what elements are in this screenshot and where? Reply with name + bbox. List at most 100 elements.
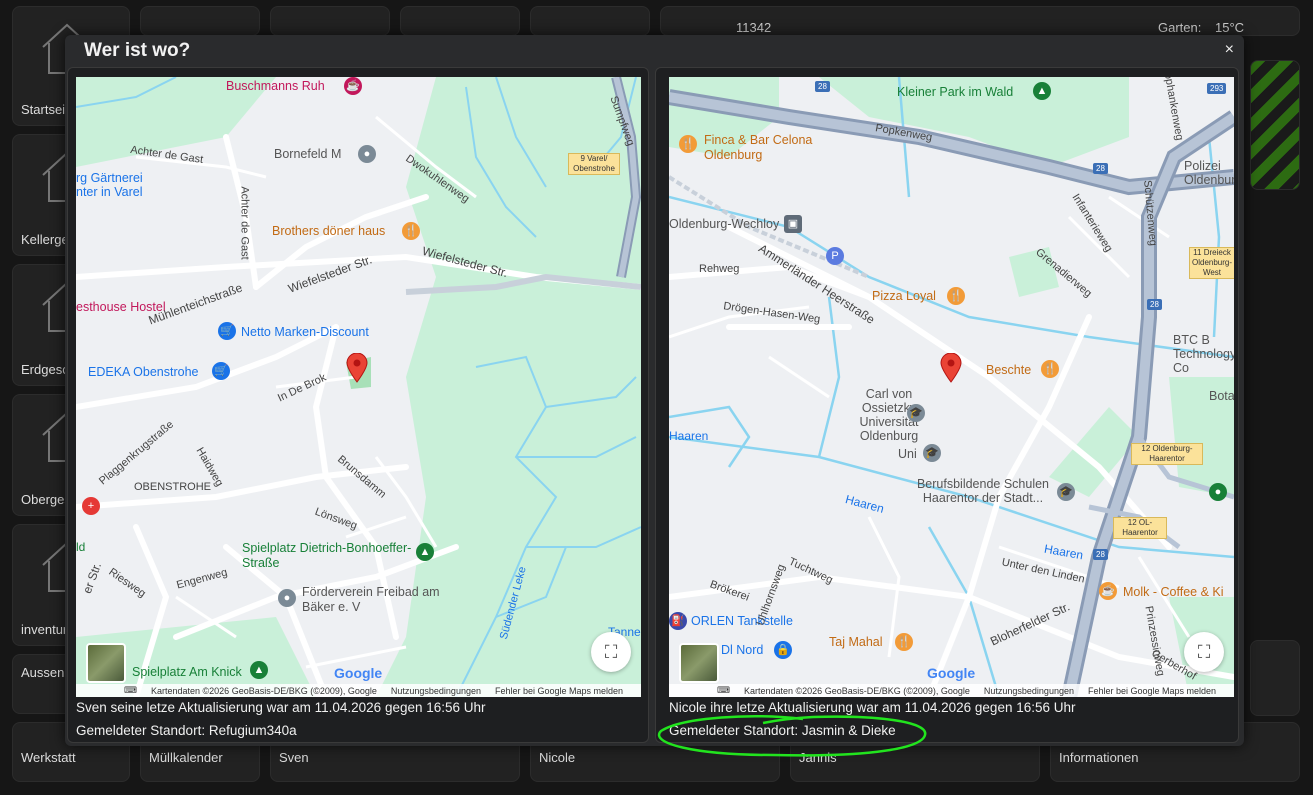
restaurant-icon: 🍴	[895, 633, 913, 651]
map-sven[interactable]: Buschmanns Ruh ☕ Bornefeld M ● Brothers …	[76, 77, 641, 697]
tree-icon: ▲	[250, 661, 268, 679]
tile-label: Werkstatt	[21, 750, 76, 765]
street-label: Achter de Gast	[238, 186, 251, 260]
poi-spielplatz-bonhoeffer[interactable]: Spielplatz Dietrich-Bonhoeffer-Straße	[242, 541, 422, 571]
poi-spielplatz-am-knick[interactable]: Spielplatz Am Knick	[132, 665, 242, 679]
highway-sign: 293	[1207, 83, 1227, 94]
gas-station-icon: ⛽	[669, 612, 687, 630]
map-nicole[interactable]: Kleiner Park im Wald ▲ 🍴 Finca & Bar Cel…	[669, 77, 1234, 697]
dialog-title: Wer ist wo?	[84, 40, 191, 61]
poi-uni[interactable]: Uni	[898, 447, 917, 461]
restaurant-icon: 🍴	[402, 222, 420, 240]
poi-edeka[interactable]: EDEKA Obenstrohe	[88, 365, 198, 379]
poi-brothers-doener[interactable]: Brothers döner haus	[272, 224, 385, 238]
poi-taj-mahal[interactable]: Taj Mahal	[829, 635, 883, 649]
restaurant-icon: 🍴	[947, 287, 965, 305]
street-label: ld	[76, 540, 86, 554]
place-icon: ●	[1209, 483, 1227, 501]
parking-icon: P	[826, 247, 844, 265]
striped-status-tile	[1250, 60, 1300, 190]
tile-top-4[interactable]	[530, 6, 650, 36]
close-button[interactable]: ×	[1225, 41, 1234, 59]
satellite-layer-toggle[interactable]	[86, 643, 126, 683]
lock-icon: 🔒	[774, 641, 792, 659]
poi-bornefeld[interactable]: Bornefeld M	[274, 147, 341, 161]
poi-btc[interactable]: BTC B Technology Co	[1173, 333, 1234, 375]
google-logo: Google	[927, 665, 976, 681]
map-data-credit: Kartendaten ©2026 GeoBasis-DE/BKG (©2009…	[744, 685, 970, 696]
tile-top-2[interactable]	[270, 6, 390, 36]
poi-gaertnerei[interactable]: rg Gärtnerei nter in Varel	[76, 171, 166, 199]
poi-kleiner-park[interactable]: Kleiner Park im Wald	[897, 85, 1013, 99]
location-pin-icon[interactable]	[346, 353, 368, 383]
restaurant-icon: 🍴	[679, 135, 697, 153]
tile-right-bottom[interactable]	[1250, 640, 1300, 716]
poi-dl-nord[interactable]: Dl Nord	[721, 643, 763, 657]
fullscreen-button[interactable]: ⛶	[591, 632, 631, 672]
google-logo: Google	[334, 665, 383, 681]
motorway-exit-sign: 9 Varel/ Obenstrohe	[568, 153, 620, 175]
poi-orlen[interactable]: ORLEN Tankstelle	[691, 614, 793, 628]
last-update-text: Nicole ihre letze Aktualisierung war am …	[669, 700, 1076, 715]
tree-icon: ▲	[1033, 82, 1051, 100]
garden-temp: 15°C	[1215, 20, 1245, 35]
tile-label: Nicole	[539, 750, 576, 765]
report-error-link[interactable]: Fehler bei Google Maps melden	[1088, 686, 1216, 696]
motorway-exit-sign: 12 OL-Haarentor	[1113, 517, 1167, 539]
poi-oldenburg-wechloy[interactable]: Oldenburg-Wechloy	[669, 217, 779, 231]
school-icon: 🎓	[1057, 483, 1075, 501]
train-station-icon: ▣	[784, 215, 802, 233]
person-card-nicole: Kleiner Park im Wald ▲ 🍴 Finca & Bar Cel…	[655, 67, 1239, 743]
street-label: Rehweg	[699, 263, 740, 275]
shopping-cart-icon: 🛒	[218, 322, 236, 340]
hospital-icon: +	[82, 497, 100, 515]
tile-label: Müllkalender	[149, 750, 223, 765]
highway-sign: 28	[1093, 163, 1108, 174]
street-label: OBENSTROHE	[134, 481, 212, 493]
poi-bbs-haarentor[interactable]: Berufsbildende Schulen Haarentor der Sta…	[903, 477, 1063, 505]
fullscreen-button[interactable]: ⛶	[1184, 632, 1224, 672]
school-icon: 🎓	[907, 404, 925, 422]
map-base-nicole	[669, 77, 1234, 697]
map-data-credit: Kartendaten ©2026 GeoBasis-DE/BKG (©2009…	[151, 685, 377, 696]
poi-finca-bar[interactable]: Finca & Bar Celona Oldenburg	[704, 133, 834, 163]
satellite-layer-toggle[interactable]	[679, 643, 719, 683]
weather-value: 11342	[736, 20, 772, 35]
who-is-where-dialog: Wer ist wo? × Buschmanns Ruh ☕ Bornefeld…	[65, 35, 1244, 757]
fullscreen-icon: ⛶	[604, 642, 618, 662]
highway-sign: 28	[1147, 299, 1162, 310]
tile-top-3[interactable]	[400, 6, 520, 36]
poi-netto[interactable]: Netto Marken-Discount	[241, 325, 369, 339]
cafe-icon: ☕	[1099, 582, 1117, 600]
garden-label: Garten:	[1158, 20, 1202, 35]
poi-foerderverein-freibad[interactable]: Förderverein Freibad am Bäker e. V	[302, 585, 472, 615]
tree-icon: ▲	[416, 543, 434, 561]
shopping-cart-icon: 🛒	[212, 362, 230, 380]
tile-top-1[interactable]	[140, 6, 260, 36]
place-icon: ●	[278, 589, 296, 607]
location-pin-icon[interactable]	[940, 353, 962, 383]
report-error-link[interactable]: Fehler bei Google Maps melden	[495, 686, 623, 696]
poi-beschte[interactable]: Beschte	[986, 363, 1031, 377]
reported-location-text: Gemeldeter Standort: Jasmin & Dieke	[669, 723, 896, 738]
terms-link[interactable]: Nutzungsbedingungen	[391, 686, 481, 696]
poi-pizza-loyal[interactable]: Pizza Loyal	[872, 289, 936, 303]
restaurant-icon: 🍴	[1041, 360, 1059, 378]
keyboard-shortcuts-icon[interactable]: ⌨	[717, 685, 730, 696]
poi-polizei[interactable]: Polizei Oldenburg	[1184, 159, 1234, 187]
tile-label: Informationen	[1059, 750, 1139, 765]
highway-sign: 28	[1093, 549, 1108, 560]
street-label: Haaren	[669, 429, 709, 443]
place-icon: ●	[358, 145, 376, 163]
poi-bota[interactable]: Bota	[1209, 389, 1234, 403]
highway-sign: 28	[815, 81, 830, 92]
poi-buschmanns-ruh[interactable]: Buschmanns Ruh	[226, 79, 325, 93]
poi-molk[interactable]: Molk - Coffee & Ki	[1123, 585, 1224, 599]
tile-label: Jannis	[799, 750, 837, 765]
person-card-sven: Buschmanns Ruh ☕ Bornefeld M ● Brothers …	[67, 67, 649, 743]
terms-link[interactable]: Nutzungsbedingungen	[984, 686, 1074, 696]
tile-label: inventur	[21, 622, 68, 637]
tile-label: Aussenbereich	[21, 665, 107, 680]
restaurant-icon: ☕	[344, 77, 362, 95]
keyboard-shortcuts-icon[interactable]: ⌨	[124, 685, 137, 696]
